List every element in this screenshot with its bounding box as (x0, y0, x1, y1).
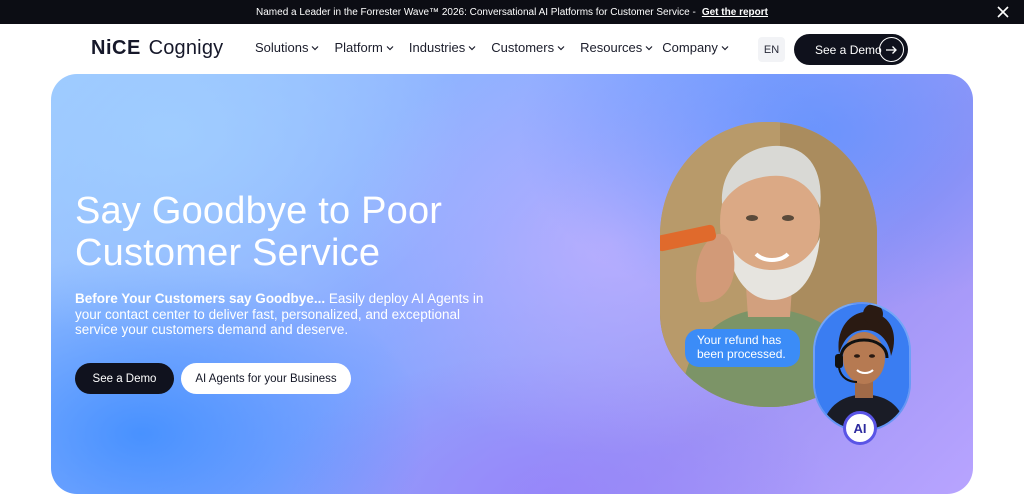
nav-item-label: Industries (408, 40, 466, 55)
nav-menu: Solutions Platform Industries Customers … (255, 40, 744, 55)
chevron-down-icon (645, 45, 653, 50)
hero-see-demo-button[interactable]: See a Demo (75, 363, 174, 394)
logo-nice: NiCE (91, 37, 141, 59)
chevron-down-icon (468, 45, 476, 50)
language-selector[interactable]: EN (758, 37, 785, 62)
close-icon[interactable] (996, 5, 1010, 19)
hero-section: Say Goodbye to Poor Customer Service Bef… (51, 74, 973, 494)
logo-product: Cognigy (148, 37, 224, 59)
chevron-down-icon (312, 45, 319, 50)
nav-see-demo-label: See a Demo (815, 42, 882, 57)
chevron-down-icon (721, 45, 729, 50)
chat-bubble: Your refund has been processed. (685, 329, 800, 367)
nav-see-demo-button[interactable]: See a Demo (794, 34, 908, 65)
get-report-link[interactable]: Get the report (702, 7, 768, 18)
hero-title: Say Goodbye to Poor Customer Service (75, 190, 443, 274)
nav-item-label: Customers (491, 40, 555, 55)
nav-item-industries[interactable]: Industries (409, 40, 476, 55)
nav-item-label: Platform (334, 40, 383, 55)
logo[interactable]: NiCE Cognigy (91, 37, 223, 60)
announcement-text: Named a Leader in the Forrester Wave™ 20… (256, 6, 696, 18)
chevron-down-icon (557, 45, 565, 50)
hero-subtitle: Before Your Customers say Goodbye... Eas… (75, 291, 485, 338)
chevron-down-icon (386, 45, 394, 50)
ai-agents-button[interactable]: AI Agents for your Business (181, 363, 351, 394)
nav-item-label: Resources (580, 40, 643, 55)
nav-item-company[interactable]: Company (662, 40, 729, 55)
hero-subtitle-bold: Before Your Customers say Goodbye... (75, 291, 326, 306)
nav-item-platform[interactable]: Platform (334, 40, 394, 55)
ai-badge: AI (843, 411, 877, 445)
announcement-bar: Named a Leader in the Forrester Wave™ 20… (0, 0, 1024, 24)
nav-item-resources[interactable]: Resources (580, 40, 653, 55)
arrow-right-icon (879, 37, 904, 62)
main-nav: NiCE Cognigy Solutions Platform Industri… (0, 24, 1024, 74)
nav-item-label: Solutions (255, 40, 309, 55)
nav-item-label: Company (662, 40, 718, 55)
nav-item-customers[interactable]: Customers (491, 40, 565, 55)
nav-item-solutions[interactable]: Solutions (255, 40, 319, 55)
